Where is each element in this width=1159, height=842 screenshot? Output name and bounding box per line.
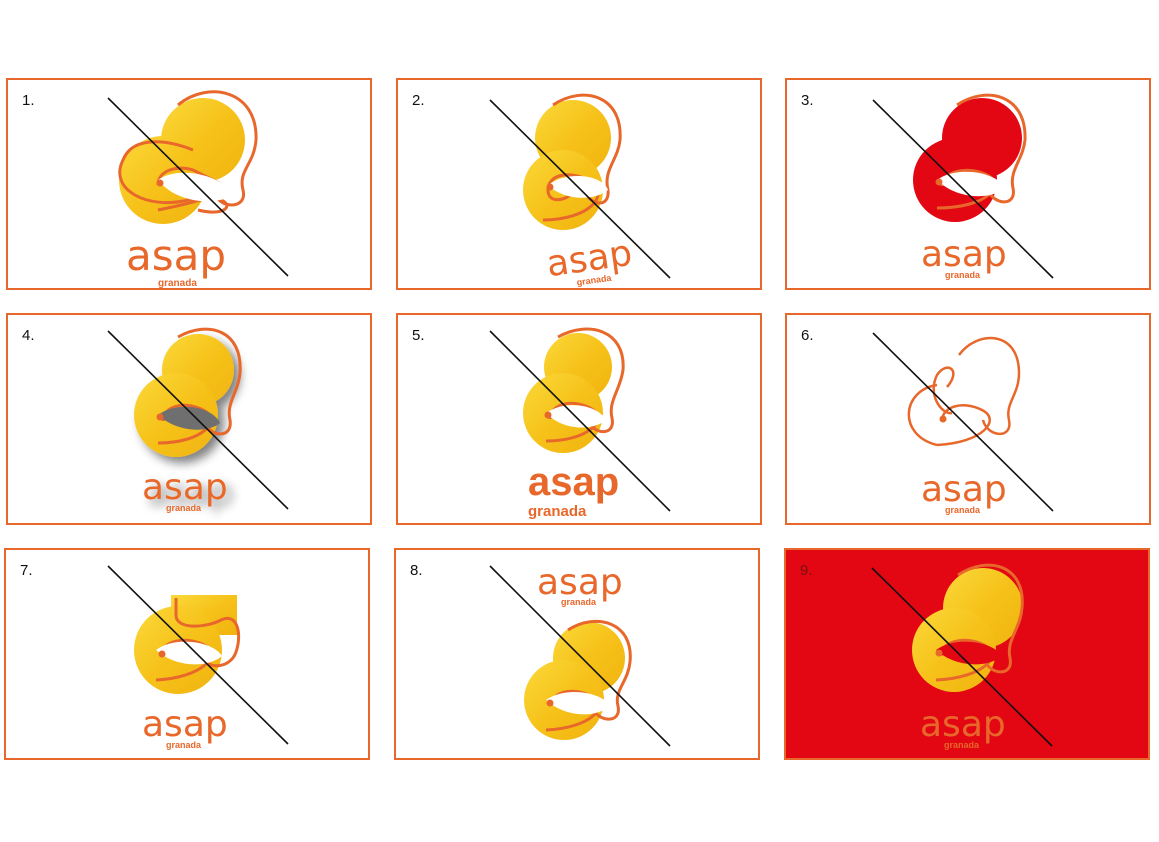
brand-sub: granada [944, 740, 980, 750]
logo-graphic: asap granada [489, 327, 671, 520]
brand-word: asap [142, 704, 228, 745]
brand-word: asap [126, 231, 226, 280]
logo-variant-7: 7. asap granada [4, 548, 370, 760]
brand-sub: granada [528, 503, 587, 520]
logo-graphic: asap granada [489, 93, 671, 287]
brand-word: asap [921, 469, 1007, 510]
brand-sub: granada [166, 740, 202, 750]
dog-nose [546, 699, 554, 707]
logo-variant-4: 4. asap granada [6, 313, 372, 525]
brand-word: asap [920, 704, 1006, 745]
logo-graphic: asap granada [872, 93, 1054, 280]
logo-graphic: asap granada [872, 332, 1054, 515]
logo-graphic: asap granada [107, 90, 289, 289]
logo-graphic: asap granada [107, 327, 289, 513]
dog-nose [935, 178, 943, 186]
brand-sub: granada [945, 505, 981, 515]
dog-nose [158, 650, 166, 658]
dog-nose [544, 411, 552, 419]
logo-variant-9: 9. asap granada [784, 548, 1150, 760]
logo-variant-1: 1. asap granada [6, 78, 372, 290]
brand-sub: granada [945, 270, 981, 280]
dog-nose [156, 179, 164, 187]
logo-graphic: asap granada [871, 563, 1053, 750]
brand-sub: granada [561, 597, 597, 607]
dog-nose [935, 649, 943, 657]
logo-graphic: asap granada [489, 562, 671, 747]
logo-variant-8: 8. asap granada [394, 548, 760, 760]
logo-variant-6: 6. asap granada [785, 313, 1151, 525]
logo-variant-5: 5. asap granada [396, 313, 762, 525]
brand-word: asap [142, 467, 228, 508]
logo-graphic: asap granada [107, 565, 289, 750]
logo-variant-3: 3. asap granada [785, 78, 1151, 290]
logo-variant-2: 2. asap granada [396, 78, 762, 290]
brand-word: asap [528, 460, 619, 504]
dog-nose [546, 183, 554, 191]
dog-line-drawing [907, 336, 1021, 447]
dog-nose [156, 413, 164, 421]
dog-nose [939, 415, 947, 423]
brand-sub: granada [166, 503, 202, 513]
brand-sub: granada [158, 278, 197, 289]
brand-word: asap [921, 234, 1007, 275]
